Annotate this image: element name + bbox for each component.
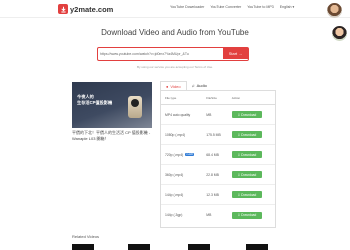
file-size: 22.8 MB bbox=[206, 172, 219, 177]
file-size: 175.5 MB bbox=[206, 132, 221, 137]
thumbnail-caption: 今夜人的 生存活CP值投影機 bbox=[77, 94, 113, 105]
file-type-cell: 720p (.mp4) m-HD bbox=[161, 145, 206, 164]
download-label: Download bbox=[241, 152, 257, 157]
start-button[interactable]: Start → bbox=[223, 48, 248, 59]
download-label: Download bbox=[241, 192, 257, 197]
download-icon bbox=[58, 4, 68, 14]
download-label: Download bbox=[241, 132, 257, 137]
header-action: Action bbox=[231, 95, 241, 100]
download-button[interactable]: ⇩ Download bbox=[231, 151, 262, 158]
nav-youtube-to-mp3[interactable]: YouTube to MP3 bbox=[247, 5, 274, 9]
file-type-cell: 144p (.3gp) bbox=[161, 205, 206, 225]
logo[interactable]: y2mate.com bbox=[58, 4, 113, 14]
nav-youtube-converter[interactable]: YouTube Converter bbox=[210, 5, 241, 9]
related-video-thumbnail[interactable] bbox=[72, 244, 94, 250]
related-videos bbox=[72, 244, 276, 250]
download-label: Download bbox=[241, 172, 257, 177]
action-cell: ⇩ Download bbox=[231, 125, 275, 144]
logo-text: y2mate.com bbox=[70, 4, 114, 14]
tab-video-label: Video bbox=[170, 83, 181, 89]
download-icon: ⇩ bbox=[237, 152, 241, 157]
music-icon: ♫ bbox=[191, 83, 195, 88]
search-box: Start → bbox=[97, 47, 249, 61]
tab-audio-label: Audio bbox=[196, 83, 207, 88]
download-icon: ⇩ bbox=[237, 132, 241, 137]
file-type-cell: 1080p (.mp4) bbox=[161, 125, 206, 144]
video-icon: ● bbox=[166, 83, 169, 89]
download-button[interactable]: ⇩ Download bbox=[231, 191, 262, 198]
table-header: File type FileSize Action bbox=[161, 91, 275, 105]
download-icon: ⇩ bbox=[237, 172, 241, 177]
tab-audio[interactable]: ♫ Audio bbox=[186, 81, 212, 90]
top-bar: y2mate.com YouTube Downloader YouTube Co… bbox=[0, 0, 350, 18]
table-row: 1080p (.mp4) 175.5 MB ⇩ Download bbox=[161, 125, 275, 145]
table-row: 144p (.3gp) MB ⇩ Download bbox=[161, 205, 275, 225]
file-type-cell: MP4 auto quality bbox=[161, 105, 206, 124]
terms-notice: By using our service you are accepting o… bbox=[137, 65, 213, 69]
projector-image bbox=[128, 96, 142, 118]
header-file-type: File type bbox=[165, 95, 177, 100]
download-table: File type FileSize Action MP4 auto quali… bbox=[160, 90, 276, 228]
action-cell: ⇩ Download bbox=[231, 185, 275, 204]
file-type: 720p (.mp4) bbox=[165, 152, 184, 157]
file-size: MB bbox=[206, 112, 212, 117]
file-size: MB bbox=[206, 213, 212, 217]
action-cell: ⇩ Download bbox=[231, 165, 275, 184]
download-label: Download bbox=[241, 213, 257, 217]
video-call-participants bbox=[320, 0, 350, 50]
file-type-cell: 360p (.mp4) bbox=[161, 165, 206, 184]
top-nav: YouTube Downloader YouTube Converter You… bbox=[170, 5, 294, 9]
language-select[interactable]: English ▾ bbox=[280, 5, 295, 9]
nav-youtube-downloader[interactable]: YouTube Downloader bbox=[170, 5, 204, 9]
file-type: 144p (.mp4) bbox=[165, 192, 184, 197]
file-type-cell: 144p (.mp4) bbox=[161, 185, 206, 204]
page: y2mate.com YouTube Downloader YouTube Co… bbox=[0, 0, 350, 250]
related-video-thumbnail[interactable] bbox=[188, 244, 210, 250]
download-button[interactable]: ⇩ Download bbox=[231, 131, 262, 138]
download-button[interactable]: ⇩ Download bbox=[231, 111, 262, 118]
download-button[interactable]: ⇩ Download bbox=[231, 211, 262, 219]
page-title: Download Video and Audio from YouTube bbox=[101, 28, 249, 37]
action-cell: ⇩ Download bbox=[231, 105, 275, 124]
download-icon: ⇩ bbox=[237, 192, 241, 197]
format-tabs: ● Video ♫ Audio bbox=[160, 81, 212, 90]
header-file-size: FileSize bbox=[206, 95, 217, 100]
video-title: 平價的下北！平價人的生活活 CP 值投影機 - Wanaple L03 開箱！ bbox=[72, 130, 151, 141]
table-row: MP4 auto quality MB ⇩ Download bbox=[161, 105, 275, 125]
file-size: 68.4 MB bbox=[206, 152, 219, 157]
download-icon: ⇩ bbox=[237, 112, 241, 117]
download-icon: ⇩ bbox=[237, 213, 241, 217]
file-type: MP4 auto quality bbox=[165, 112, 191, 117]
file-type: 360p (.mp4) bbox=[165, 172, 184, 177]
table-row: 360p (.mp4) 22.8 MB ⇩ Download bbox=[161, 165, 275, 185]
action-cell: ⇩ Download bbox=[231, 145, 275, 164]
file-type: 1080p (.mp4) bbox=[165, 132, 186, 137]
hd-badge: m-HD bbox=[185, 153, 195, 156]
table-row: 720p (.mp4) m-HD 68.4 MB ⇩ Download bbox=[161, 145, 275, 165]
download-label: Download bbox=[241, 112, 257, 117]
file-type: 144p (.3gp) bbox=[165, 213, 183, 217]
related-videos-heading: Related Videos bbox=[72, 234, 100, 239]
table-row: 144p (.mp4) 12.3 MB ⇩ Download bbox=[161, 185, 275, 205]
related-video-thumbnail[interactable] bbox=[128, 244, 150, 250]
video-thumbnail[interactable]: 今夜人的 生存活CP值投影機 bbox=[72, 82, 152, 128]
action-cell: ⇩ Download bbox=[231, 205, 275, 225]
participant-avatar bbox=[327, 3, 342, 18]
download-button[interactable]: ⇩ Download bbox=[231, 171, 262, 178]
related-video-thumbnail[interactable] bbox=[246, 244, 268, 250]
tab-video[interactable]: ● Video bbox=[160, 81, 187, 90]
url-input[interactable] bbox=[100, 48, 225, 59]
file-size: 12.3 MB bbox=[206, 192, 219, 197]
